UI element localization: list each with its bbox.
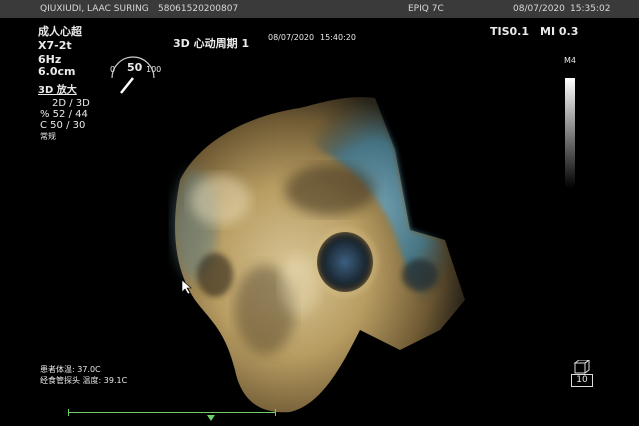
mode-2d3d: 2D / 3D — [52, 98, 90, 109]
image-date: 08/07/2020 — [268, 33, 315, 42]
tis-index: TIS0.1 — [490, 25, 530, 38]
c-values: C 50 / 30 — [40, 120, 86, 131]
exam-mode: 成人心超 — [38, 25, 82, 38]
preset-label: 常规 — [40, 132, 56, 141]
highlight-left — [190, 175, 250, 225]
timeline-marker-icon[interactable] — [207, 415, 215, 421]
grayscale-bar — [565, 78, 575, 188]
patient-temperature: 患者体温: 37.0C — [40, 365, 101, 374]
cycle-title: 3D 心动周期 1 — [173, 37, 250, 50]
mi-index: MI 0.3 — [540, 25, 579, 38]
mouse-cursor-icon — [182, 280, 192, 294]
right-pocket — [402, 259, 438, 291]
dial-min-label: 0 — [110, 65, 116, 74]
view-cube-icon[interactable] — [572, 360, 592, 374]
probe-temperature: 经食管探头 温度: 39.1C — [40, 376, 128, 385]
dial-max-label: 100 — [146, 65, 162, 74]
grayscale-map-label: M4 — [564, 56, 576, 65]
depth: 6.0cm — [38, 65, 76, 78]
image-time: 15:40:20 — [320, 33, 356, 42]
percent-values: % 52 / 44 — [40, 109, 88, 120]
orifice-opening — [317, 232, 373, 292]
frequency: 6Hz — [38, 53, 62, 66]
view-box-number: 10 — [571, 374, 593, 387]
dark-shadow-upper — [285, 165, 375, 215]
probe-name: X7-2t — [38, 39, 72, 52]
dark-shadow-left — [197, 253, 233, 297]
dial-value: 50 — [127, 61, 143, 74]
zoom-title: 3D 放大 — [38, 85, 77, 96]
ultrasound-3d-image — [111, 56, 465, 413]
timeline-tick-start — [68, 409, 69, 416]
timeline-bar[interactable] — [68, 412, 276, 413]
timeline-tick-end — [275, 409, 276, 416]
